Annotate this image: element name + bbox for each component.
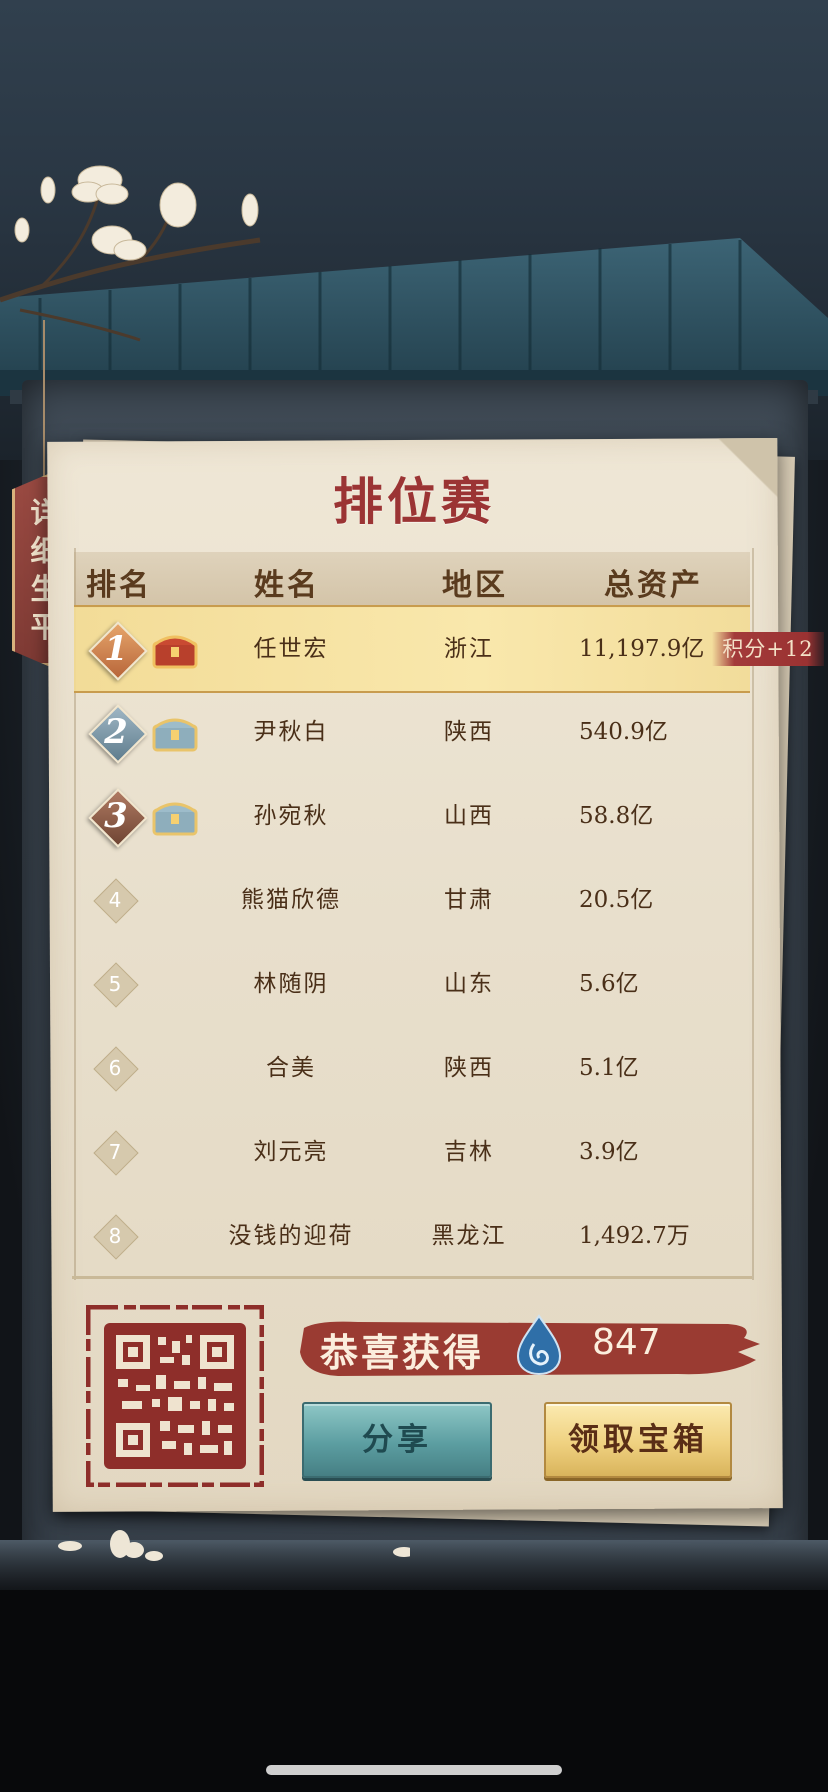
player-name: 任世宏 <box>253 636 329 662</box>
table-row[interactable]: 4 熊猫欣德 甘肃 20.5亿 <box>74 858 750 942</box>
header-assets: 总资产 <box>604 568 703 603</box>
player-region: 黑龙江 <box>431 1223 507 1249</box>
tag-string <box>43 320 45 480</box>
player-assets: 20.5亿 <box>579 887 654 913</box>
rank-badge: 6 <box>93 1046 139 1092</box>
rank-badge: 5 <box>93 962 139 1008</box>
page-title: 排位赛 <box>333 472 495 531</box>
reward-label: 恭喜获得 <box>320 1330 485 1375</box>
table-row[interactable]: 7 刘元亮 吉林 3.9亿 <box>74 1110 750 1194</box>
player-name: 林随阴 <box>253 971 329 997</box>
player-assets: 5.1亿 <box>579 1055 639 1081</box>
red-chest-icon <box>152 635 198 669</box>
table-row[interactable]: 3 孙宛秋 山西 58.8亿 <box>74 774 750 858</box>
header-region: 地区 <box>442 568 508 603</box>
player-name: 孙宛秋 <box>253 803 329 829</box>
magnolia-branch-icon <box>0 165 261 342</box>
player-name: 熊猫欣德 <box>241 887 341 913</box>
claim-chest-button[interactable]: 领取宝箱 <box>544 1402 732 1478</box>
player-region: 甘肃 <box>444 887 494 913</box>
table-row[interactable]: 5 林随阴 山东 5.6亿 <box>74 942 750 1026</box>
player-name: 合美 <box>266 1055 316 1081</box>
home-indicator[interactable] <box>266 1765 562 1775</box>
game-scene: 详 细 生 平 排位赛 排名 姓名 地区 总资产 1 任世宏 浙江 11,197… <box>0 0 828 1792</box>
rank-number: 2 <box>104 712 128 752</box>
qr-code-seal-icon[interactable] <box>86 1305 264 1487</box>
player-region: 山西 <box>444 803 494 829</box>
rank-number: 4 <box>108 888 122 912</box>
table-row[interactable]: 8 没钱的迎荷 黑龙江 1,492.7万 <box>74 1194 750 1278</box>
petals-decoration-icon <box>58 1530 410 1561</box>
player-assets: 5.6亿 <box>579 971 639 997</box>
reward-amount: 847 <box>592 1322 661 1363</box>
player-region: 山东 <box>444 971 494 997</box>
share-button[interactable]: 分享 <box>302 1402 492 1478</box>
rank-number: 3 <box>104 796 128 836</box>
header-name: 姓名 <box>254 568 320 603</box>
player-assets: 58.8亿 <box>579 803 654 829</box>
rank-number: 1 <box>104 629 128 669</box>
player-region: 陕西 <box>444 719 494 745</box>
rank-medal-silver: 2 <box>88 704 148 764</box>
score-tag: 积分+12 <box>712 632 824 666</box>
player-name: 没钱的迎荷 <box>228 1223 354 1249</box>
water-drop-icon <box>516 1314 562 1376</box>
ground <box>0 1590 828 1792</box>
rank-badge: 8 <box>93 1214 139 1260</box>
blue-chest-icon <box>152 718 198 752</box>
player-name: 刘元亮 <box>253 1139 329 1165</box>
table-row[interactable]: 2 尹秋白 陕西 540.9亿 <box>74 690 750 774</box>
rank-number: 8 <box>108 1224 122 1248</box>
rank-medal-bronze: 3 <box>88 788 148 848</box>
player-region: 吉林 <box>444 1139 494 1165</box>
rank-number: 7 <box>108 1140 122 1164</box>
player-region: 陕西 <box>444 1055 494 1081</box>
player-assets: 1,492.7万 <box>579 1223 690 1249</box>
player-assets: 3.9亿 <box>579 1139 639 1165</box>
rank-medal-gold: 1 <box>88 621 148 681</box>
table-divider <box>72 1276 752 1279</box>
header-rank: 排名 <box>86 568 152 603</box>
rank-number: 5 <box>108 972 122 996</box>
rank-number: 6 <box>108 1056 122 1080</box>
table-row[interactable]: 1 任世宏 浙江 11,197.9亿 <box>74 605 750 693</box>
blue-chest-icon <box>152 802 198 836</box>
player-assets: 540.9亿 <box>579 719 668 745</box>
player-name: 尹秋白 <box>253 719 329 745</box>
player-region: 浙江 <box>444 636 494 662</box>
rank-badge: 4 <box>93 878 139 924</box>
table-row[interactable]: 6 合美 陕西 5.1亿 <box>74 1026 750 1110</box>
rank-badge: 7 <box>93 1130 139 1176</box>
